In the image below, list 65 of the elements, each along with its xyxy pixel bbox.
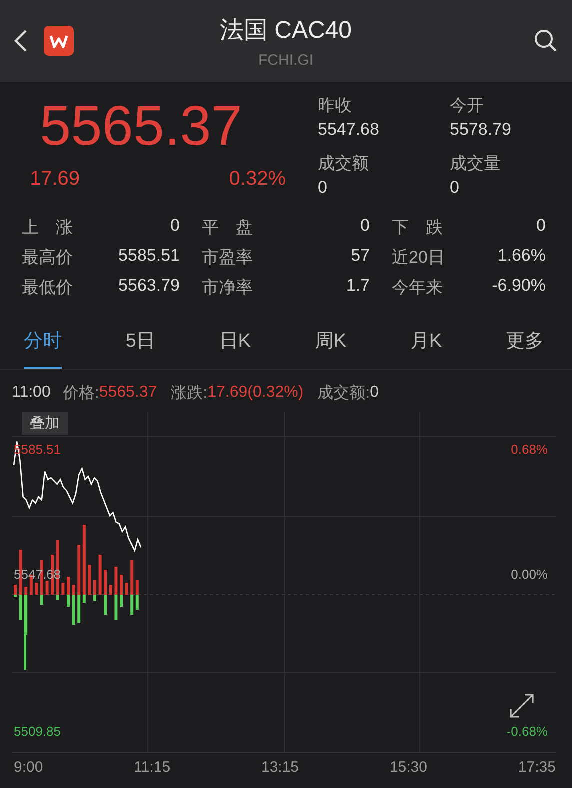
- stat-label: 平 盘: [202, 217, 253, 239]
- app-logo-icon[interactable]: [44, 26, 74, 56]
- volume-bar: [35, 583, 38, 595]
- stat-value: 57: [351, 246, 370, 267]
- axis-label: 5509.85: [14, 724, 61, 739]
- stat-label: 近20日: [392, 247, 445, 269]
- stat-label: 上 涨: [22, 217, 73, 239]
- back-icon[interactable]: [14, 29, 28, 53]
- price-change: 17.69: [30, 168, 80, 191]
- volume-bar: [125, 583, 128, 595]
- change-label: 涨跌:: [171, 384, 208, 404]
- volume-bar: [88, 565, 92, 595]
- chart-tab[interactable]: 分时: [24, 325, 62, 369]
- field-value: 0: [450, 178, 460, 198]
- last-price: 5565.37: [40, 94, 244, 158]
- stat-label: 下 跌: [392, 217, 443, 239]
- volume-bar: [62, 583, 65, 595]
- field-label: 昨收: [318, 95, 353, 117]
- page-title: 法国 CAC40: [220, 16, 352, 46]
- stat-value: 5585.51: [118, 246, 180, 267]
- stat-label: 市盈率: [202, 247, 253, 269]
- time-label: 17:35: [518, 759, 556, 776]
- chart-tab[interactable]: 更多: [506, 325, 544, 369]
- stat-value: 5563.79: [118, 276, 180, 297]
- amount-label: 成交额:: [318, 384, 370, 404]
- stat-value: 1.7: [346, 276, 370, 297]
- change-value: 17.69(0.32%): [208, 384, 304, 402]
- amount-value: 0: [370, 384, 380, 402]
- field-value: 5547.68: [318, 120, 380, 140]
- field-value: 5578.79: [450, 120, 512, 140]
- volume-bar: [109, 585, 112, 595]
- price-value: 5565.37: [99, 384, 158, 402]
- time-label: 15:30: [390, 759, 428, 776]
- time-label: 11:15: [134, 759, 171, 776]
- axis-label: 0.00%: [511, 567, 548, 582]
- stat-label: 最低价: [22, 277, 73, 299]
- volume-bar: [98, 555, 102, 595]
- field-label: 成交额: [318, 153, 370, 175]
- chart-tab[interactable]: 周K: [314, 325, 347, 369]
- stat-value: -6.90%: [492, 276, 546, 297]
- stat-label: 最高价: [22, 247, 73, 269]
- chart-tab[interactable]: 日K: [219, 325, 251, 369]
- field-label: 今开: [450, 95, 485, 117]
- time-label: 9:00: [14, 759, 44, 776]
- axis-label: 0.68%: [511, 442, 548, 457]
- percent-change: 0.32%: [229, 168, 286, 191]
- axis-label: -0.68%: [506, 724, 548, 739]
- stat-value: 0: [536, 216, 546, 237]
- cursor-time: 11:00: [12, 384, 51, 402]
- chart-tab[interactable]: 5日: [126, 325, 156, 369]
- expand-icon[interactable]: [508, 692, 536, 720]
- field-value: 0: [318, 178, 328, 198]
- stat-value: 0: [360, 216, 370, 237]
- stat-value: 1.66%: [498, 246, 546, 267]
- stat-value: 0: [170, 216, 180, 237]
- overlay-button[interactable]: 叠加: [22, 412, 68, 435]
- search-icon[interactable]: [534, 29, 558, 53]
- stat-label: 今年来: [392, 277, 443, 299]
- price-label: 价格:: [62, 384, 100, 404]
- stat-label: 市净率: [202, 277, 253, 299]
- field-label: 成交量: [450, 153, 502, 175]
- chart-tab[interactable]: 月K: [410, 325, 442, 369]
- volume-bar: [46, 581, 49, 595]
- time-label: 13:15: [261, 759, 300, 776]
- ticker-code: FCHI.GI: [258, 52, 314, 69]
